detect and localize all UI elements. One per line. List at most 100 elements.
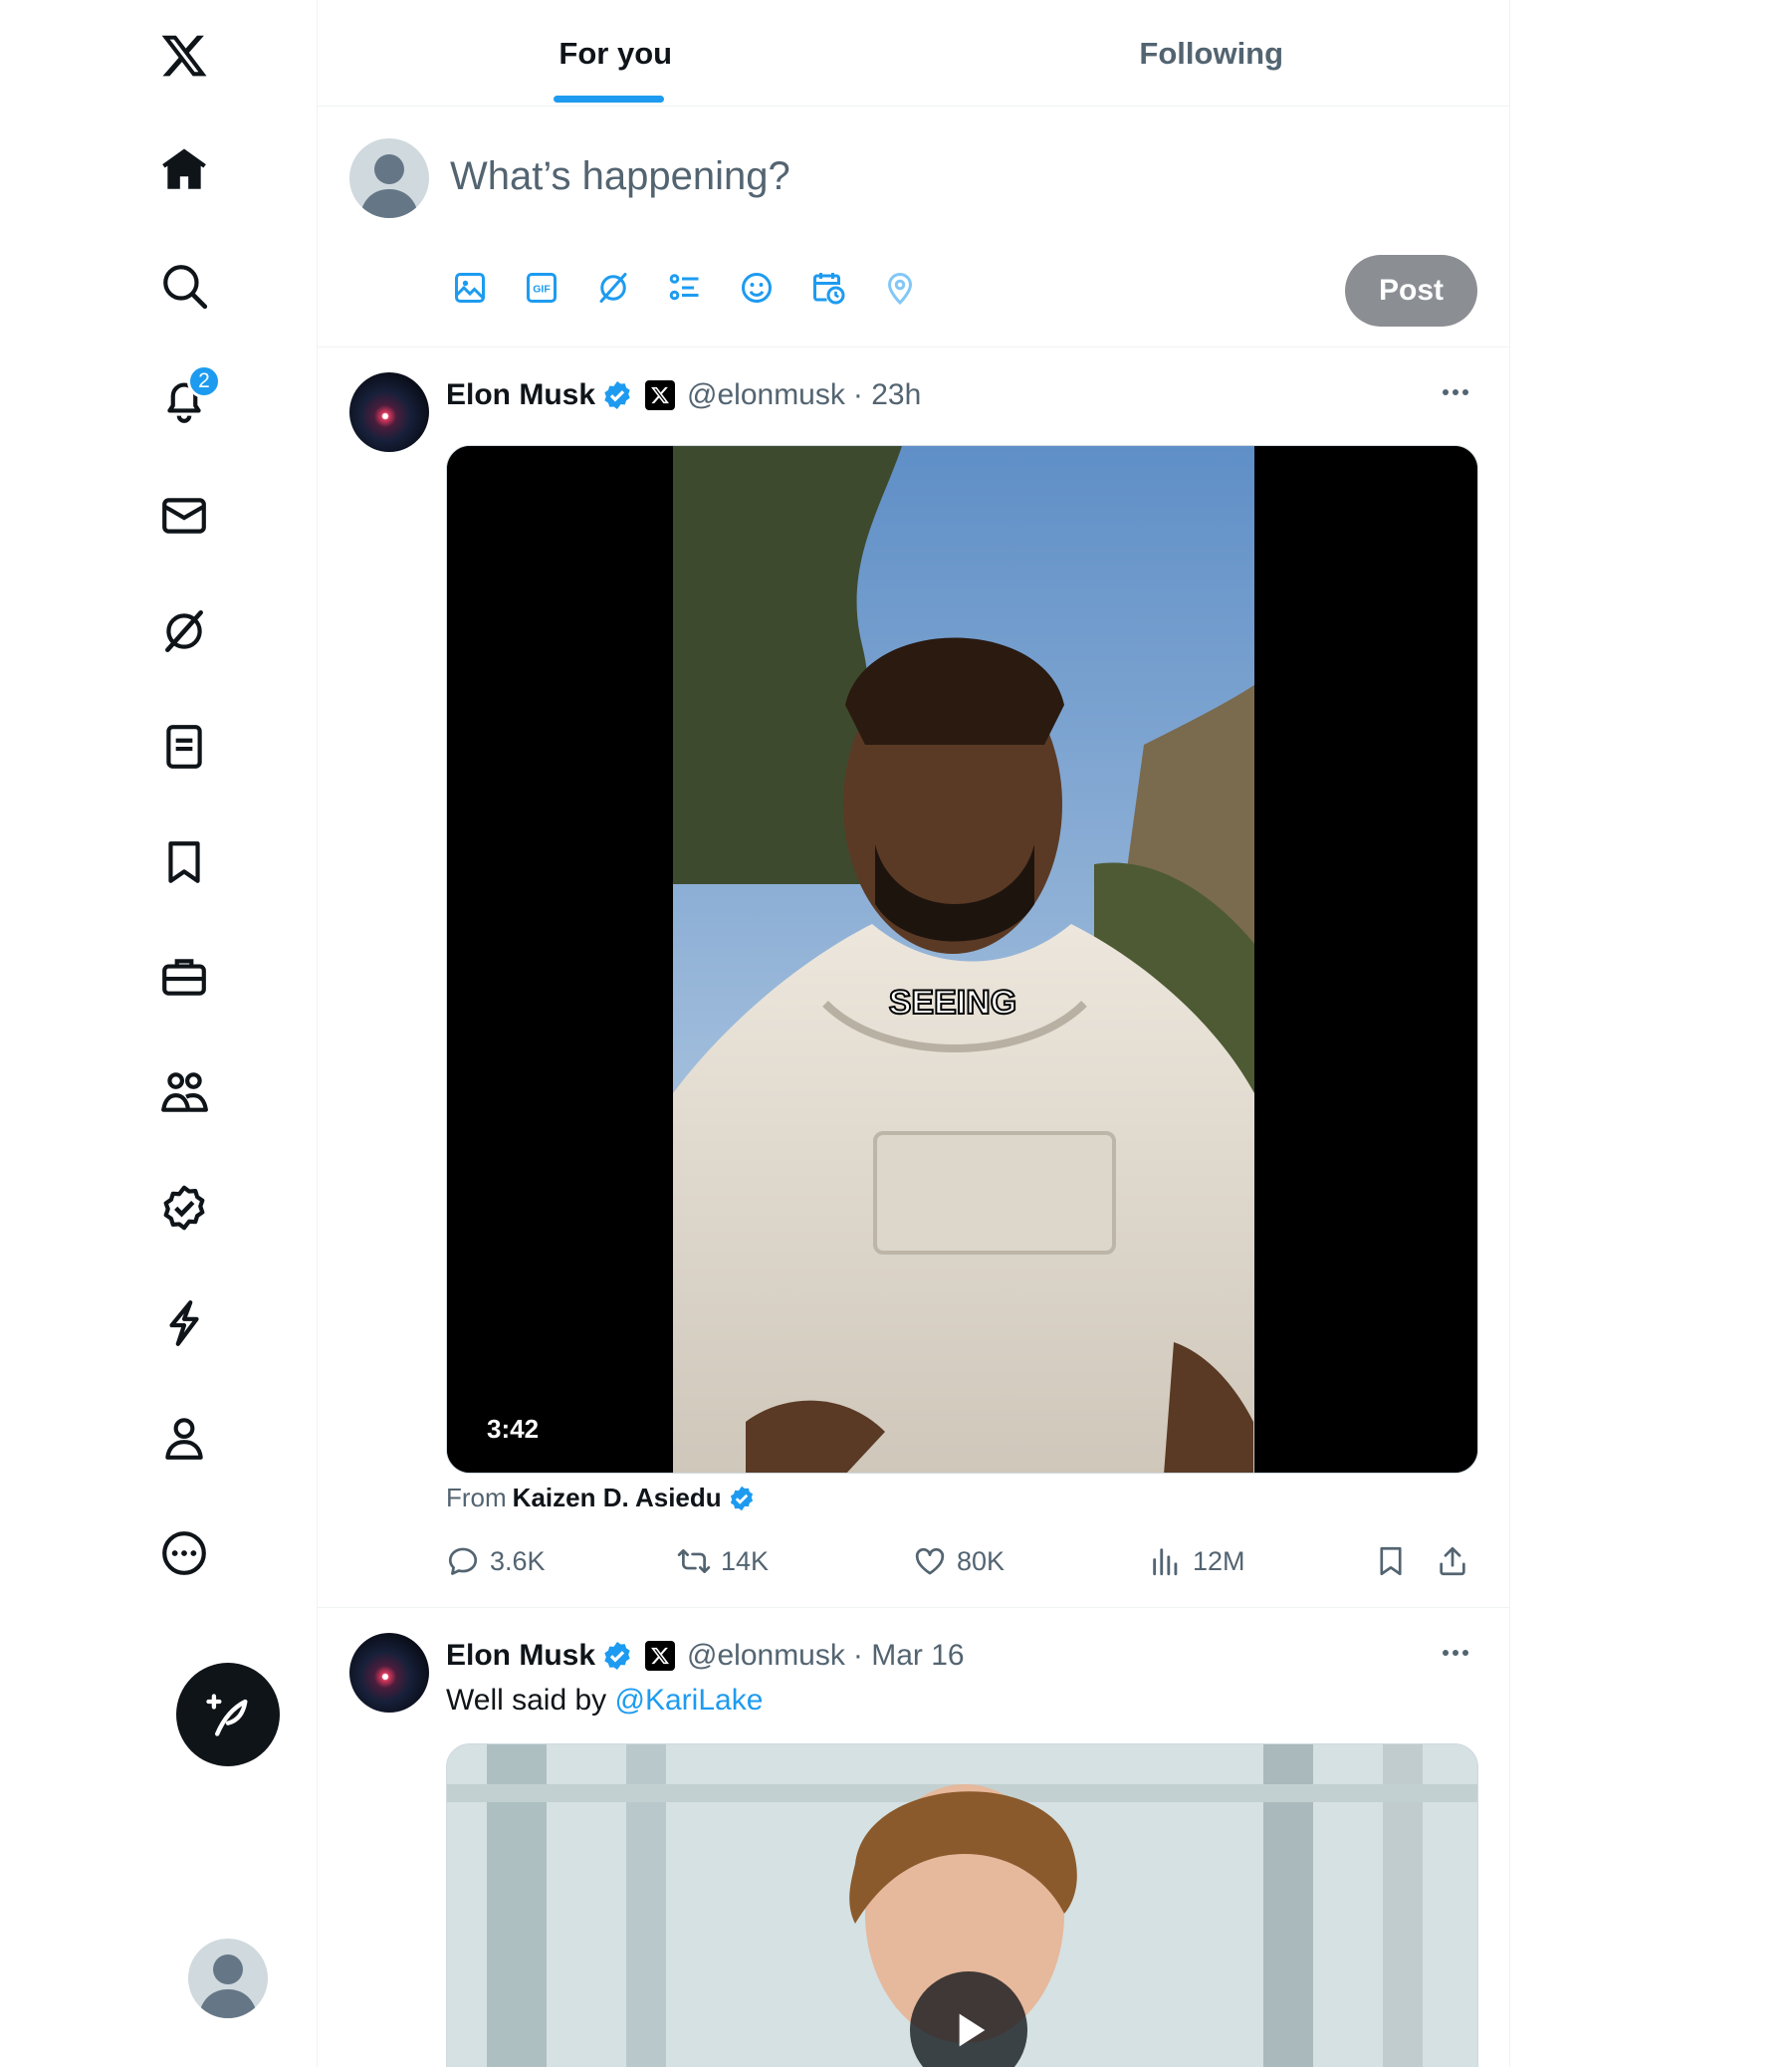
schedule-button[interactable]	[806, 266, 850, 310]
nav-verified-orgs[interactable]	[140, 1279, 228, 1367]
compose-input[interactable]: What’s happening?	[450, 154, 790, 199]
home-icon	[162, 148, 206, 189]
author-name[interactable]: Elon Musk	[446, 1639, 595, 1673]
tweet-video[interactable]: SEEING 3:42	[446, 445, 1478, 1474]
tab-for-you[interactable]: For you	[318, 0, 914, 107]
tweet[interactable]: Elon Musk @elonmusk · Mar 16 Well said b…	[318, 1608, 1509, 2067]
reply-icon	[448, 1547, 478, 1575]
nav-profile[interactable]	[140, 1394, 228, 1482]
notifications-badge: 2	[187, 364, 221, 398]
nav-premium[interactable]	[140, 1164, 228, 1252]
lightning-icon	[169, 1300, 199, 1346]
source-author-name[interactable]: Kaizen D. Asiedu	[513, 1483, 722, 1513]
affiliate-x-badge-icon	[645, 1641, 676, 1671]
tweet-header: Elon Musk @elonmusk · 23h	[446, 375, 921, 415]
verified-icon	[163, 1185, 205, 1231]
nav-explore[interactable]	[140, 242, 228, 330]
person-icon	[165, 1418, 203, 1460]
analytics-icon	[1153, 1548, 1178, 1576]
tweet-text-body: Well said by	[446, 1684, 615, 1717]
media-button[interactable]	[448, 266, 492, 310]
tweet-header: Elon Musk @elonmusk · Mar 16	[446, 1636, 965, 1676]
repost-count: 14K	[721, 1545, 770, 1576]
composer-avatar	[349, 138, 429, 218]
tab-for-you-label: For you	[559, 35, 673, 71]
like-button[interactable]: 80K	[913, 1536, 1005, 1586]
bookmark-button[interactable]	[1374, 1536, 1408, 1586]
tab-following-label: Following	[1139, 35, 1284, 71]
video-caption: SEEING	[889, 984, 1016, 1022]
left-nav: 2	[0, 0, 317, 2067]
tweet-actions: 3.6K 14K 80K 12M	[446, 1536, 1478, 1586]
timeline-tabs: For you Following	[318, 0, 1509, 107]
mail-icon	[162, 498, 206, 534]
tweet-text: Well said by @KariLake	[446, 1684, 763, 1718]
poll-button[interactable]	[663, 266, 707, 310]
gif-button[interactable]: GIF	[520, 266, 563, 310]
mention-link[interactable]: @KariLake	[615, 1684, 764, 1717]
nav-more[interactable]	[140, 1509, 228, 1597]
repost-button[interactable]: 14K	[677, 1536, 769, 1586]
author-avatar[interactable]	[349, 1633, 429, 1713]
like-count: 80K	[957, 1545, 1006, 1576]
list-icon	[166, 725, 202, 769]
more-dots-icon	[1443, 1650, 1468, 1656]
location-pin-icon	[887, 273, 913, 306]
grok-icon	[165, 609, 203, 653]
video-frame: SEEING	[447, 446, 1477, 1473]
tweet-time[interactable]: · 23h	[853, 378, 921, 412]
nav-home[interactable]	[140, 126, 228, 214]
tweet[interactable]: Elon Musk @elonmusk · 23h SEEING 3:42 Fr…	[318, 347, 1509, 1608]
reply-count: 3.6K	[490, 1545, 546, 1576]
image-icon	[455, 273, 485, 303]
verified-badge-icon	[730, 1486, 753, 1510]
tweet-time[interactable]: · Mar 16	[853, 1639, 965, 1673]
nav-messages[interactable]	[140, 472, 228, 560]
nav-notifications[interactable]: 2	[140, 356, 228, 444]
default-avatar-icon	[359, 154, 419, 218]
nav-jobs[interactable]	[140, 933, 228, 1021]
people-icon	[161, 1072, 208, 1112]
nav-communities[interactable]	[140, 1048, 228, 1136]
verified-badge-icon	[604, 381, 630, 409]
tweet-video[interactable]	[446, 1743, 1478, 2067]
location-button[interactable]	[878, 266, 922, 310]
video-source: From Kaizen D. Asiedu	[446, 1483, 756, 1513]
nav-bookmarks[interactable]	[140, 818, 228, 906]
repost-icon	[677, 1549, 711, 1573]
briefcase-icon	[162, 959, 206, 996]
nav-lists[interactable]	[140, 703, 228, 791]
svg-text:GIF: GIF	[533, 284, 551, 296]
calendar-clock-icon	[813, 273, 845, 305]
emoji-icon	[742, 273, 772, 303]
nav-grok[interactable]	[140, 587, 228, 675]
video-duration: 3:42	[487, 1414, 540, 1444]
grok-button[interactable]	[591, 266, 635, 310]
share-button[interactable]	[1436, 1536, 1469, 1586]
verified-badge-icon	[604, 1642, 630, 1670]
compose-post-button[interactable]	[176, 1663, 280, 1766]
author-handle[interactable]: @elonmusk	[687, 378, 845, 412]
active-tab-indicator	[554, 96, 664, 103]
account-avatar[interactable]	[188, 1939, 268, 2018]
share-icon	[1440, 1546, 1465, 1576]
views-button[interactable]: 12M	[1149, 1536, 1245, 1586]
author-name[interactable]: Elon Musk	[446, 378, 595, 412]
grok-icon	[599, 273, 627, 303]
bookmark-icon	[1380, 1546, 1402, 1576]
author-avatar[interactable]	[349, 372, 429, 452]
heart-icon	[915, 1547, 945, 1575]
tweet-more-button[interactable]	[1436, 1638, 1475, 1668]
tweet-more-button[interactable]	[1436, 377, 1475, 407]
author-handle[interactable]: @elonmusk	[687, 1639, 845, 1673]
reply-button[interactable]: 3.6K	[446, 1536, 546, 1586]
play-icon	[959, 2013, 986, 2047]
tab-following[interactable]: Following	[914, 0, 1510, 107]
search-icon	[163, 265, 208, 310]
emoji-button[interactable]	[735, 266, 779, 310]
x-logo[interactable]	[140, 12, 228, 100]
more-dots-icon	[1443, 389, 1468, 395]
post-button[interactable]: Post	[1345, 255, 1477, 327]
more-circle-icon	[162, 1531, 206, 1575]
affiliate-x-badge-icon	[645, 380, 676, 410]
